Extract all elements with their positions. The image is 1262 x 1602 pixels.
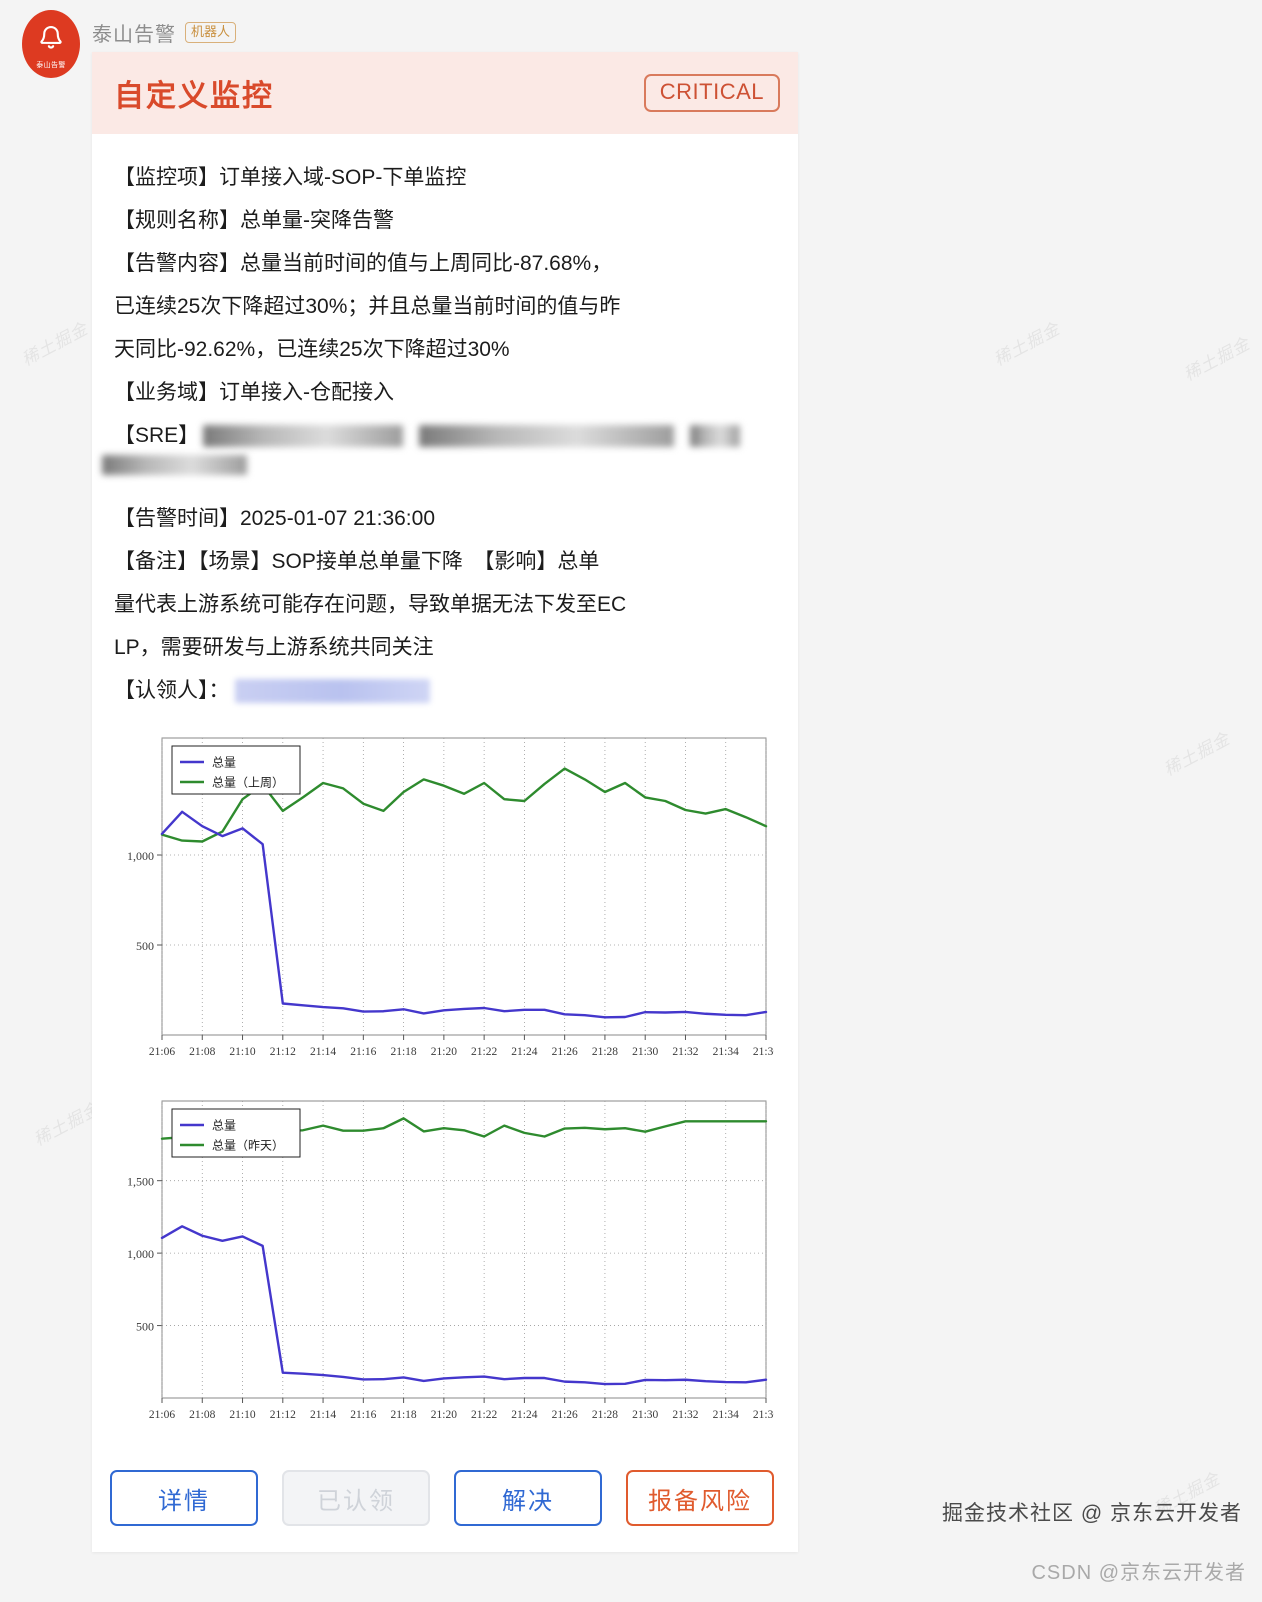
credit-juejin: 掘金技术社区 @ 京东云开发者 — [942, 1502, 1242, 1525]
svg-text:21:14: 21:14 — [310, 1409, 336, 1421]
svg-text:总量（昨天）: 总量（昨天） — [212, 1139, 284, 1153]
svg-text:21:06: 21:06 — [149, 1409, 175, 1421]
owner-redacted — [235, 679, 431, 704]
action-button-row: 详情 已认领 解决 报备风险 — [92, 1470, 798, 1526]
action-button-2[interactable]: 解决 — [454, 1470, 602, 1526]
svg-text:21:24: 21:24 — [511, 1046, 537, 1058]
owner-label: 【认领人】： — [114, 679, 230, 702]
svg-text:21:12: 21:12 — [270, 1046, 296, 1058]
svg-text:21:30: 21:30 — [632, 1046, 658, 1058]
avatar[interactable]: 泰山告警 — [22, 10, 80, 78]
svg-text:1,000: 1,000 — [127, 1247, 154, 1261]
watermark: 稀土掘金 — [1160, 728, 1234, 780]
svg-text:21:32: 21:32 — [672, 1046, 698, 1058]
alert-time-line: 【告警时间】2025-01-07 21:36:00 — [114, 507, 435, 530]
action-button-0[interactable]: 详情 — [110, 1470, 258, 1526]
avatar-label: 泰山告警 — [36, 61, 66, 69]
svg-text:21:24: 21:24 — [511, 1409, 537, 1421]
svg-text:21:16: 21:16 — [350, 1046, 376, 1058]
svg-text:21:22: 21:22 — [471, 1409, 497, 1421]
action-button-3[interactable]: 报备风险 — [626, 1470, 774, 1526]
svg-text:21:26: 21:26 — [552, 1046, 578, 1058]
svg-text:21:20: 21:20 — [431, 1046, 457, 1058]
svg-text:21:18: 21:18 — [390, 1046, 416, 1058]
alert-content-line-3: 天同比-92.62%，已连续25次下降超过30% — [114, 338, 510, 361]
remark-line-2: 量代表上游系统可能存在问题，导致单据无法下发至EC — [114, 593, 627, 616]
svg-text:21:06: 21:06 — [149, 1046, 175, 1058]
svg-text:21:36: 21:36 — [753, 1409, 774, 1421]
svg-text:500: 500 — [136, 939, 154, 953]
svg-text:21:32: 21:32 — [672, 1409, 698, 1421]
sre-label: 【SRE】 — [114, 424, 200, 447]
svg-text:21:12: 21:12 — [270, 1409, 296, 1421]
remark-line-1: 【备注】【场景】SOP接单总单量下降 【影响】总单 — [114, 550, 600, 573]
sender-row: 泰山告警 机器人 — [92, 18, 237, 47]
svg-text:21:34: 21:34 — [713, 1046, 739, 1058]
svg-text:21:28: 21:28 — [592, 1409, 618, 1421]
svg-text:500: 500 — [136, 1320, 154, 1334]
sender-name: 泰山告警 — [92, 24, 176, 46]
robot-badge: 机器人 — [185, 22, 237, 43]
action-button-1: 已认领 — [282, 1470, 430, 1526]
svg-text:21:30: 21:30 — [632, 1409, 658, 1421]
svg-text:21:26: 21:26 — [552, 1409, 578, 1421]
svg-text:21:36: 21:36 — [753, 1046, 774, 1058]
svg-text:21:28: 21:28 — [592, 1046, 618, 1058]
business-domain-line: 【业务域】订单接入-仓配接入 — [114, 381, 394, 404]
svg-text:1,000: 1,000 — [127, 849, 154, 863]
alert-content-line-1: 【告警内容】总量当前时间的值与上周同比-87.68%， — [114, 252, 613, 275]
alert-body: 【监控项】订单接入域-SOP-下单监控 【规则名称】总单量-突降告警 【告警内容… — [92, 134, 798, 1438]
svg-text:21:34: 21:34 — [713, 1409, 739, 1421]
chart-week-compare: 500 1,000 21:06 21:08 21:10 21:12 21:14 21:16 21… — [114, 730, 774, 1075]
alert-content-line-2: 已连续25次下降超过30%；并且总量当前时间的值与昨 — [114, 295, 621, 318]
sre-line: 【SRE】 — [114, 414, 774, 457]
watermark: 稀土掘金 — [1180, 333, 1254, 385]
card-header: 自定义监控 CRITICAL — [92, 52, 798, 134]
chart-yesterday-compare: 500 1,000 1,500 21:06 21:08 21:10 21:12 21:14 21… — [114, 1093, 774, 1438]
sre-redacted-1 — [203, 424, 404, 447]
bell-icon — [36, 23, 66, 58]
svg-text:21:10: 21:10 — [229, 1046, 255, 1058]
sre-overflow-line — [102, 453, 774, 483]
svg-text:21:18: 21:18 — [390, 1409, 416, 1421]
rule-name-line: 【规则名称】总单量-突降告警 — [114, 209, 394, 232]
svg-text:21:08: 21:08 — [189, 1409, 215, 1421]
svg-text:21:14: 21:14 — [310, 1046, 336, 1058]
chart-week-compare-svg: 500 1,000 21:06 21:08 21:10 21:12 21:14 21:16 21… — [127, 737, 774, 1058]
svg-text:总量: 总量 — [212, 1119, 236, 1133]
svg-text:21:22: 21:22 — [471, 1046, 497, 1058]
sre-redacted-2 — [419, 424, 675, 447]
status-badge: CRITICAL — [643, 74, 780, 112]
remark-line-3: LP，需要研发与上游系统共同关注 — [114, 636, 434, 659]
svg-text:21:20: 21:20 — [431, 1409, 457, 1421]
credit-csdn: CSDN @京东云开发者 — [1031, 1562, 1246, 1584]
svg-text:21:16: 21:16 — [350, 1409, 376, 1421]
page-title: 自定义监控 — [114, 80, 274, 113]
alert-card: 自定义监控 CRITICAL 【监控项】订单接入域-SOP-下单监控 【规则名称… — [92, 52, 798, 1552]
watermark: 稀土掘金 — [18, 318, 92, 370]
watermark: 稀土掘金 — [990, 318, 1064, 370]
chart-yesterday-compare-svg: 500 1,000 1,500 21:06 21:08 21:10 21:12 21:14 21… — [127, 1100, 774, 1421]
sre-redacted-4 — [102, 455, 247, 475]
svg-text:总量: 总量 — [212, 756, 236, 770]
chat-message-page: 稀土掘金 稀土掘金 稀土掘金 稀土掘金 稀土掘金 稀土掘金 稀土掘金 稀土掘金 … — [0, 0, 1262, 1602]
owner-line: 【认领人】： — [114, 669, 774, 712]
svg-text:21:08: 21:08 — [189, 1046, 215, 1058]
sre-redacted-3 — [690, 424, 741, 447]
monitor-item-line: 【监控项】订单接入域-SOP-下单监控 — [114, 166, 467, 189]
svg-text:1,500: 1,500 — [127, 1175, 154, 1189]
svg-text:21:10: 21:10 — [229, 1409, 255, 1421]
svg-text:总量（上周）: 总量（上周） — [212, 776, 284, 790]
